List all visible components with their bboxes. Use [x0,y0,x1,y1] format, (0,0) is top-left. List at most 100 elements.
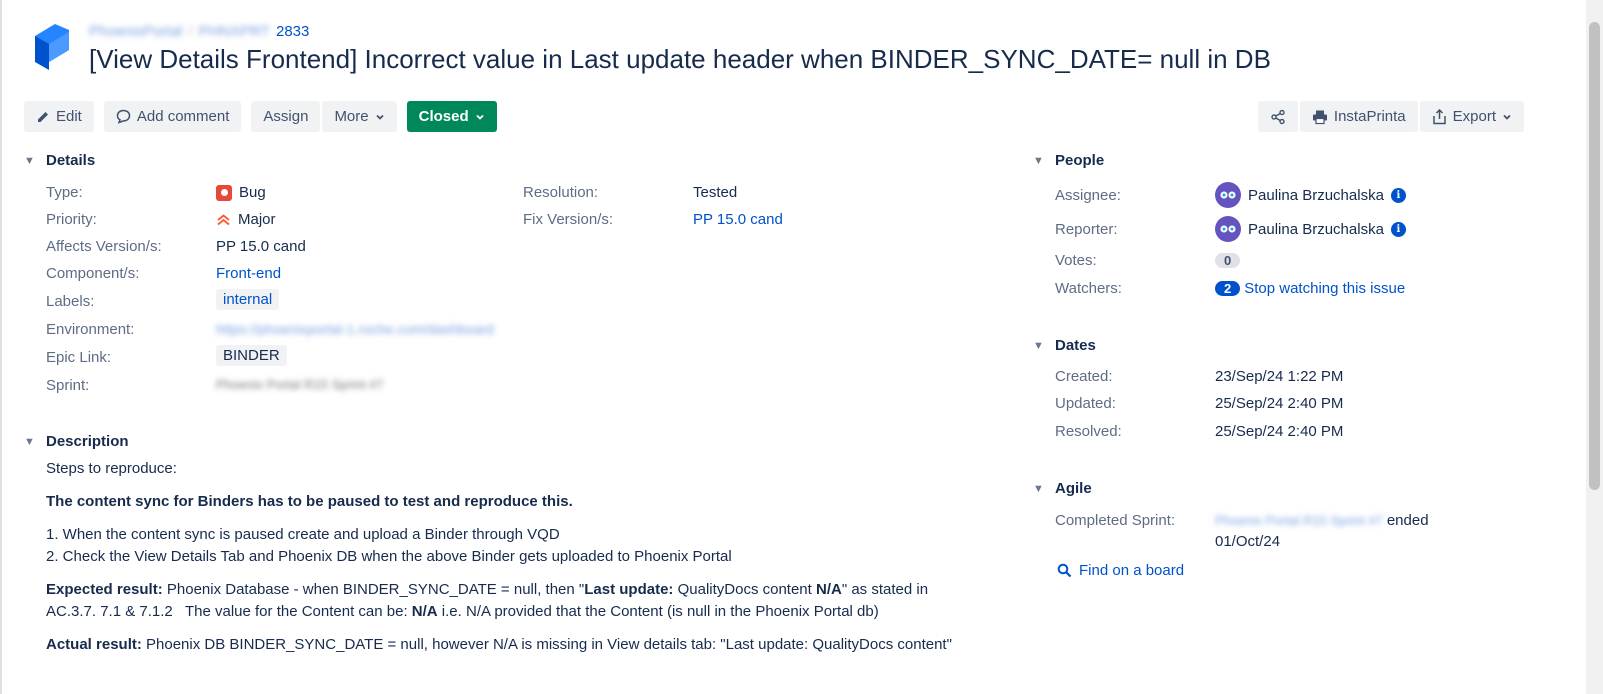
breadcrumb-separator: / [188,23,193,40]
instaprinta-label: InstaPrinta [1333,108,1406,125]
fix-version-link[interactable]: PP 15.0 cand [693,211,783,228]
sprint-value: Phoenix Portal R15 Sprint #7 [216,377,384,392]
bold-note: The content sync for Binders has to be p… [46,493,573,510]
sprint-label: Sprint: [46,377,90,394]
type-text: Bug [239,184,266,201]
expected-line2-bold: N/A [411,603,438,620]
agile-section-toggle[interactable]: ▼ Agile [1033,480,1092,497]
assignee-label: Assignee: [1055,187,1121,204]
resolved-label: Resolved: [1055,423,1122,440]
chevron-down-icon [1503,114,1511,120]
votes-label: Votes: [1055,252,1097,269]
chevron-down-icon: ▼ [1033,339,1044,352]
epic-link-value: BINDER [216,345,287,366]
labels-label: Labels: [46,293,95,310]
expected-text-1: Phoenix Database - when BINDER_SYNC_DATE… [162,581,585,598]
page-title: [View Details Frontend] Incorrect value … [89,44,1271,74]
expected-bold-2: N/A [816,581,842,598]
agile-heading: Agile [1055,480,1092,497]
breadcrumb-issue-number[interactable]: 2833 [276,23,309,40]
chevron-down-icon: ▼ [24,435,35,448]
expected-result-line-1: Expected result: Phoenix Database - when… [46,579,928,601]
epic-link-label: Epic Link: [46,349,112,366]
export-button[interactable]: Export [1419,101,1524,132]
created-label: Created: [1055,368,1113,385]
breadcrumb: PhoenixPortal / PHNXPRT 2833 [89,23,309,40]
details-heading: Details [46,152,96,169]
expected-bold-1: Last update: [584,581,674,598]
label-tag[interactable]: internal [216,289,280,310]
export-icon [1432,108,1446,124]
priority-value: Major [216,211,276,228]
epic-lozenge[interactable]: BINDER [216,345,287,366]
environment-link[interactable]: https://phoenixportal-1.roche.com/dashbo… [216,321,494,337]
scrollbar-thumb[interactable] [1589,22,1600,490]
add-comment-label: Add comment [136,108,230,125]
breadcrumb-project[interactable]: PhoenixPortal [89,23,182,40]
instaprinta-button[interactable]: InstaPrinta [1299,101,1418,132]
updated-value: 25/Sep/24 2:40 PM [1215,395,1344,412]
watchers-badge[interactable]: 2 [1215,281,1241,296]
expected-label: Expected result: [46,581,163,598]
description-section-toggle[interactable]: ▼ Description [24,433,129,450]
find-on-board-label: Find on a board [1079,562,1185,579]
more-button[interactable]: More [322,101,397,132]
status-closed-button[interactable]: Closed [406,101,497,132]
stop-watching-link[interactable]: Stop watching this issue [1244,280,1405,297]
dates-heading: Dates [1055,337,1096,354]
breadcrumb-issue-prefix[interactable]: PHNXPRT [199,23,270,40]
fix-version-label: Fix Version/s: [523,211,614,228]
completed-sprint-link[interactable]: Phoenix Portal R15 Sprint #7 [1215,513,1383,528]
actual-result: Actual result: Phoenix DB BINDER_SYNC_DA… [46,634,952,656]
environment-value: https://phoenixportal-1.roche.com/dashbo… [216,321,494,337]
info-icon[interactable]: i [1390,187,1406,203]
bug-icon [216,184,232,201]
assignee-name[interactable]: Paulina Brzuchalska [1248,187,1384,204]
details-section-toggle[interactable]: ▼ Details [24,152,95,169]
component-link[interactable]: Front-end [216,265,281,282]
edit-button[interactable]: Edit [24,101,94,132]
votes-badge[interactable]: 0 [1215,253,1241,268]
updated-label: Updated: [1055,395,1116,412]
edit-label: Edit [56,108,82,125]
reporter-name[interactable]: Paulina Brzuchalska [1248,221,1384,238]
pencil-icon [38,111,48,122]
info-icon[interactable]: i [1390,221,1406,237]
vertical-scrollbar[interactable] [1586,0,1603,694]
assign-button[interactable]: Assign [251,101,321,132]
avatar[interactable] [1215,216,1241,242]
sprint-text[interactable]: Phoenix Portal R15 Sprint #7 [216,377,384,392]
chevron-down-icon [375,114,384,120]
step-1: 1. When the content sync is paused creat… [46,526,560,543]
assign-label: Assign [263,108,309,125]
window-edge [0,0,2,694]
chevron-down-icon: ▼ [1033,154,1044,167]
avatar-glasses-icon [1220,191,1236,199]
sprint-ended-date: 01/Oct/24 [1215,533,1281,550]
dates-section-toggle[interactable]: ▼ Dates [1033,337,1096,354]
find-on-board-link[interactable]: Find on a board [1057,562,1184,579]
share-icon [1271,109,1285,124]
priority-major-icon [217,214,230,226]
labels-value: internal [216,289,280,310]
reporter-value: Paulina Brzuchalska i [1215,216,1406,242]
comment-icon [116,109,131,124]
avatar[interactable] [1215,182,1241,208]
share-button[interactable] [1257,101,1298,132]
type-value: Bug [216,184,266,201]
steps-intro: Steps to reproduce: [46,460,177,477]
votes-value: 0 [1215,252,1241,269]
affects-version-value: PP 15.0 cand [216,238,306,255]
avatar-glasses-icon [1220,225,1236,233]
expected-result-line-2: AC.3.7. 7.1 & 7.1.2 The value for the Co… [46,601,879,623]
add-comment-button[interactable]: Add comment [103,101,242,132]
people-heading: People [1055,152,1105,169]
status-label: Closed [418,108,469,125]
type-label: Type: [46,184,83,201]
priority-label: Priority: [46,211,97,228]
people-section-toggle[interactable]: ▼ People [1033,152,1104,169]
step-2: 2. Check the View Details Tab and Phoeni… [46,548,732,565]
actual-text: Phoenix DB BINDER_SYNC_DATE = null, howe… [141,636,952,653]
actual-label: Actual result: [46,636,142,653]
more-label: More [334,108,369,125]
